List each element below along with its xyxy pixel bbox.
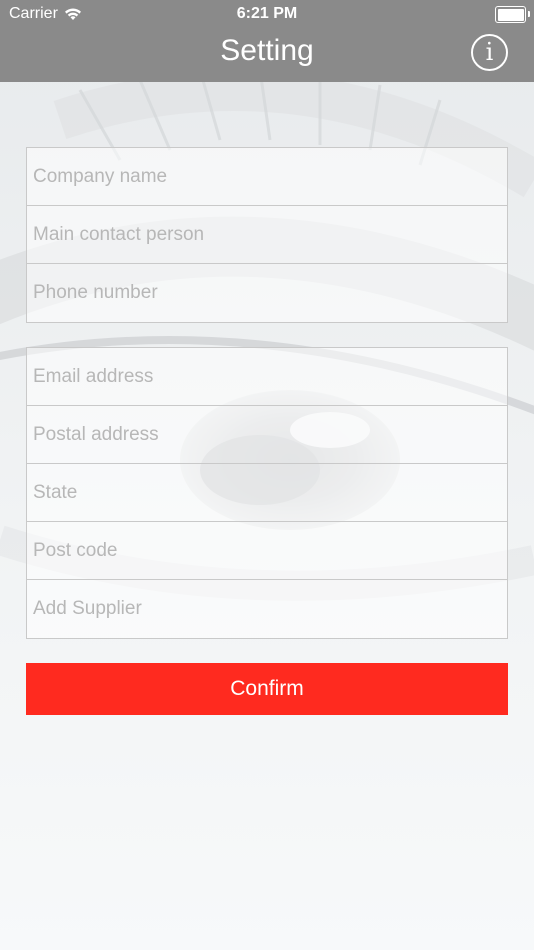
status-bar: Carrier 6:21 PM [0, 0, 534, 28]
address-details-group [26, 347, 508, 639]
phone-number-field[interactable] [27, 264, 507, 322]
main-contact-person-field[interactable] [27, 206, 507, 264]
company-name-field[interactable] [27, 148, 507, 206]
page-title: Setting [220, 34, 314, 67]
battery-icon [495, 6, 530, 23]
confirm-button[interactable]: Confirm [26, 663, 508, 715]
info-button[interactable]: i [471, 34, 508, 71]
navigation-bar: Setting i [0, 28, 534, 82]
email-address-field[interactable] [27, 348, 507, 406]
state-field[interactable] [27, 464, 507, 522]
company-details-group [26, 147, 508, 323]
status-time: 6:21 PM [236, 5, 298, 22]
add-supplier-field[interactable] [27, 580, 507, 638]
postal-address-field[interactable] [27, 406, 507, 464]
post-code-field[interactable] [27, 522, 507, 580]
info-icon: i [485, 38, 494, 66]
